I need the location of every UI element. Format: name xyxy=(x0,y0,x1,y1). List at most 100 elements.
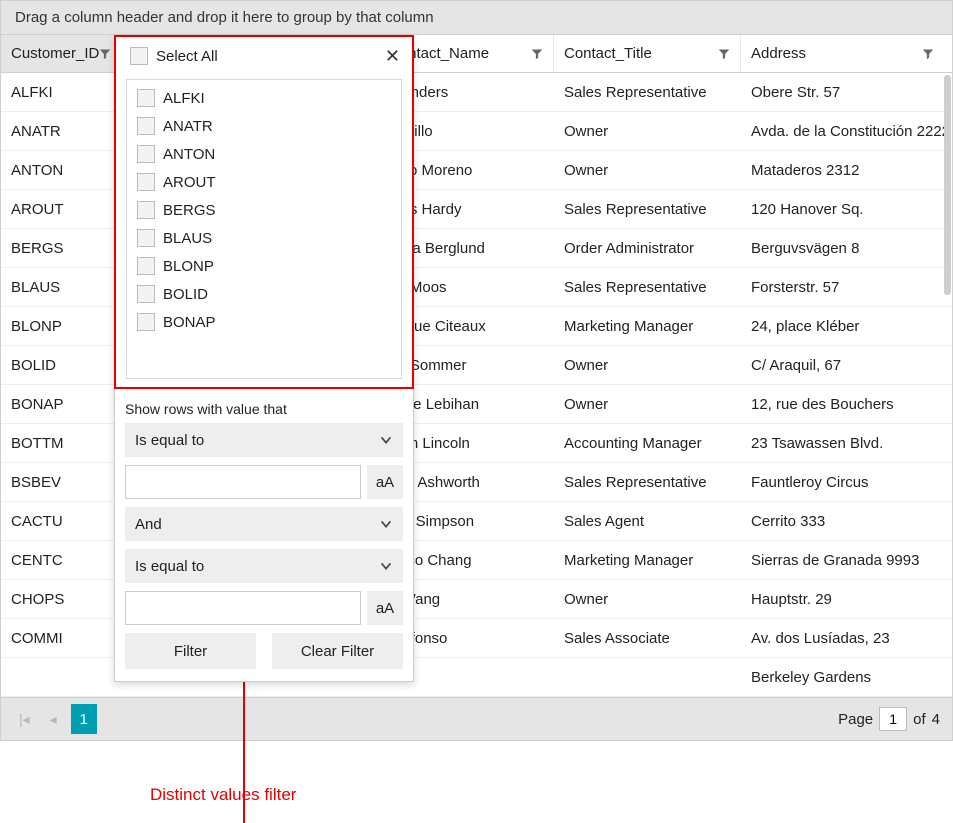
column-header-address[interactable]: Address xyxy=(741,35,944,72)
distinct-value-row[interactable]: ALFKI xyxy=(131,84,397,112)
filter-icon[interactable] xyxy=(922,47,934,61)
column-header-label: Contact_Title xyxy=(564,45,652,62)
table-cell: BLAUS xyxy=(1,268,114,306)
table-cell: Marketing Manager xyxy=(554,307,741,345)
filter-icon[interactable] xyxy=(531,47,543,61)
table-cell: Owner xyxy=(554,580,741,618)
table-cell: Fauntleroy Circus xyxy=(741,463,944,501)
table-cell xyxy=(1,658,114,696)
table-cell: Accounting Manager xyxy=(554,424,741,462)
checkbox[interactable] xyxy=(137,313,155,331)
table-cell: Cerrito 333 xyxy=(741,502,944,540)
table-cell: BONAP xyxy=(1,385,114,423)
table-cell: Sales Representative xyxy=(554,190,741,228)
operator2-value: Is equal to xyxy=(135,558,204,575)
table-cell: Berguvsvägen 8 xyxy=(741,229,944,267)
column-header-label: Customer_ID xyxy=(11,45,99,62)
distinct-value-row[interactable]: ANATR xyxy=(131,112,397,140)
table-cell: BOLID xyxy=(1,346,114,384)
table-cell: Owner xyxy=(554,385,741,423)
distinct-values-list[interactable]: ALFKI ANATR ANTON AROUT BERGS BLAUSBLONPBOLID… xyxy=(126,79,402,379)
table-cell: Order Administrator xyxy=(554,229,741,267)
distinct-value-row[interactable]: BLAUS xyxy=(131,224,397,252)
pager-first-button[interactable]: |◂ xyxy=(13,707,36,732)
select-all-row[interactable]: Select All xyxy=(122,43,226,69)
condition-label: Show rows with value that xyxy=(125,401,403,417)
distinct-value-label: BERGS xyxy=(163,202,216,219)
table-cell: Av. dos Lusíadas, 23 xyxy=(741,619,944,657)
clear-filter-button[interactable]: Clear Filter xyxy=(272,633,403,669)
checkbox[interactable] xyxy=(137,257,155,275)
checkbox[interactable] xyxy=(137,201,155,219)
close-icon[interactable]: ✕ xyxy=(381,46,404,67)
operator2-select[interactable]: Is equal to xyxy=(125,549,403,583)
distinct-values-section: Select All ✕ ALFKI ANATR ANTON AROUT BERGS BL… xyxy=(114,35,414,389)
condition-filter-section: Show rows with value that Is equal to aA… xyxy=(115,389,413,625)
table-cell: ANTON xyxy=(1,151,114,189)
distinct-value-row[interactable]: BLONP xyxy=(131,252,397,280)
pager-current-page[interactable]: 1 xyxy=(71,704,97,734)
table-cell: Sales Representative xyxy=(554,268,741,306)
distinct-value-row[interactable]: BOLID xyxy=(131,280,397,308)
checkbox[interactable] xyxy=(137,145,155,163)
distinct-value-label: AROUT xyxy=(163,174,216,191)
distinct-value-row[interactable]: AROUT xyxy=(131,168,397,196)
chevron-down-icon xyxy=(379,517,393,531)
checkbox[interactable] xyxy=(137,117,155,135)
pager-prev-button[interactable]: ◂ xyxy=(44,707,63,732)
table-cell: Avda. de la Constitución 2222 xyxy=(741,112,944,150)
table-cell: CHOPS xyxy=(1,580,114,618)
column-header-contact-title[interactable]: Contact_Title xyxy=(554,35,741,72)
checkbox[interactable] xyxy=(137,229,155,247)
chevron-down-icon xyxy=(379,559,393,573)
case-sensitive-toggle[interactable]: aA xyxy=(367,591,403,625)
clear-filter-button-label: Clear Filter xyxy=(301,643,374,660)
table-cell: Sales Representative xyxy=(554,463,741,501)
table-cell: ALFKI xyxy=(1,73,114,111)
logic-value: And xyxy=(135,516,162,533)
filter-popup: Select All ✕ ALFKI ANATR ANTON AROUT BERGS BL… xyxy=(114,35,414,682)
checkbox[interactable] xyxy=(137,89,155,107)
value1-input[interactable] xyxy=(125,465,361,499)
table-cell: 23 Tsawassen Blvd. xyxy=(741,424,944,462)
operator1-select[interactable]: Is equal to xyxy=(125,423,403,457)
select-all-label: Select All xyxy=(156,48,218,65)
filter-icon[interactable] xyxy=(99,47,111,61)
group-by-hint: Drag a column header and drop it here to… xyxy=(15,9,434,26)
filter-icon[interactable] xyxy=(718,47,730,61)
scrollbar-thumb[interactable] xyxy=(944,75,951,295)
group-by-drop-area[interactable]: Drag a column header and drop it here to… xyxy=(0,0,953,35)
checkbox[interactable] xyxy=(137,173,155,191)
filter-button[interactable]: Filter xyxy=(125,633,256,669)
logic-select[interactable]: And xyxy=(125,507,403,541)
distinct-value-row[interactable]: BONAP xyxy=(131,308,397,336)
table-cell: Forsterstr. 57 xyxy=(741,268,944,306)
value2-input[interactable] xyxy=(125,591,361,625)
table-cell: CENTC xyxy=(1,541,114,579)
pager-page-label: Page xyxy=(838,711,873,728)
annotation-text: Distinct values filter xyxy=(150,785,296,805)
table-cell: Mataderos 2312 xyxy=(741,151,944,189)
pager: |◂ ◂ 1 Page of 4 xyxy=(0,697,953,741)
filter-button-label: Filter xyxy=(174,643,207,660)
checkbox[interactable] xyxy=(137,285,155,303)
distinct-value-row[interactable]: ANTON xyxy=(131,140,397,168)
table-cell: Owner xyxy=(554,112,741,150)
table-cell: Sales Representative xyxy=(554,73,741,111)
pager-page-input[interactable] xyxy=(879,707,907,731)
vertical-scrollbar[interactable] xyxy=(944,75,951,715)
checkbox[interactable] xyxy=(130,47,148,65)
distinct-value-label: ANATR xyxy=(163,118,213,135)
data-grid: Customer_ID Company_Name Contact_Name Co… xyxy=(0,35,953,697)
column-header-label: Address xyxy=(751,45,806,62)
distinct-value-label: ANTON xyxy=(163,146,215,163)
column-header-customer-id[interactable]: Customer_ID xyxy=(1,35,114,72)
table-cell: Obere Str. 57 xyxy=(741,73,944,111)
table-cell: 24, place Kléber xyxy=(741,307,944,345)
case-sensitive-toggle[interactable]: aA xyxy=(367,465,403,499)
distinct-value-row[interactable]: BERGS xyxy=(131,196,397,224)
table-cell: C/ Araquil, 67 xyxy=(741,346,944,384)
table-cell: BOTTM xyxy=(1,424,114,462)
case-btn-label: aA xyxy=(376,600,394,617)
table-cell: BSBEV xyxy=(1,463,114,501)
